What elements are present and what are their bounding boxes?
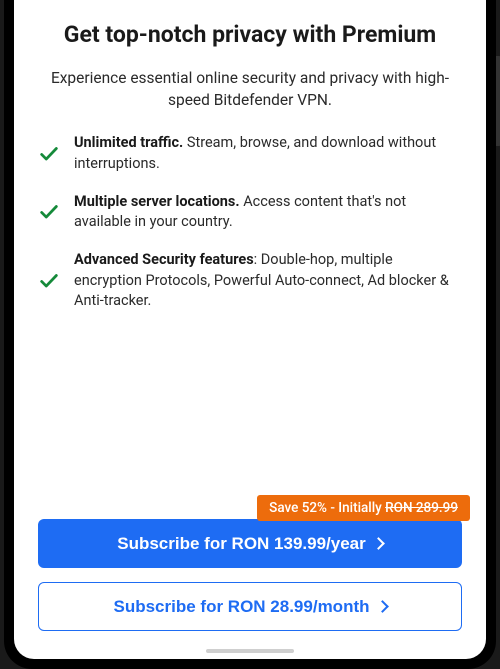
- screen: Get top-notch privacy with Premium Exper…: [14, 0, 486, 659]
- feature-item: Unlimited traffic. Stream, browse, and d…: [38, 133, 462, 174]
- phone-frame: Get top-notch privacy with Premium Exper…: [4, 0, 496, 669]
- checkmark-icon: [38, 143, 60, 165]
- checkmark-icon: [38, 201, 60, 223]
- subscribe-monthly-button[interactable]: Subscribe for RON 28.99/month: [38, 582, 462, 631]
- feature-text: Unlimited traffic. Stream, browse, and d…: [74, 133, 462, 174]
- checkmark-icon: [38, 270, 60, 292]
- chevron-right-icon: [376, 600, 389, 613]
- discount-badge: Save 52% - Initially RON 289.99: [257, 495, 470, 521]
- chevron-right-icon: [372, 537, 385, 550]
- feature-text: Multiple server locations. Access conten…: [74, 192, 462, 233]
- phone-side-button: [496, 56, 500, 146]
- feature-item: Multiple server locations. Access conten…: [38, 192, 462, 233]
- page-title: Get top-notch privacy with Premium: [38, 20, 462, 50]
- button-label: Subscribe for RON 28.99/month: [114, 597, 370, 617]
- button-area: Save 52% - Initially RON 289.99 Subscrib…: [38, 519, 462, 631]
- subscribe-yearly-button[interactable]: Subscribe for RON 139.99/year: [38, 519, 462, 568]
- button-label: Subscribe for RON 139.99/year: [117, 534, 366, 554]
- page-subtitle: Experience essential online security and…: [38, 68, 462, 111]
- feature-text: Advanced Security features: Double-hop, …: [74, 250, 462, 311]
- home-indicator[interactable]: [206, 649, 294, 653]
- feature-list: Unlimited traffic. Stream, browse, and d…: [38, 133, 462, 311]
- feature-item: Advanced Security features: Double-hop, …: [38, 250, 462, 311]
